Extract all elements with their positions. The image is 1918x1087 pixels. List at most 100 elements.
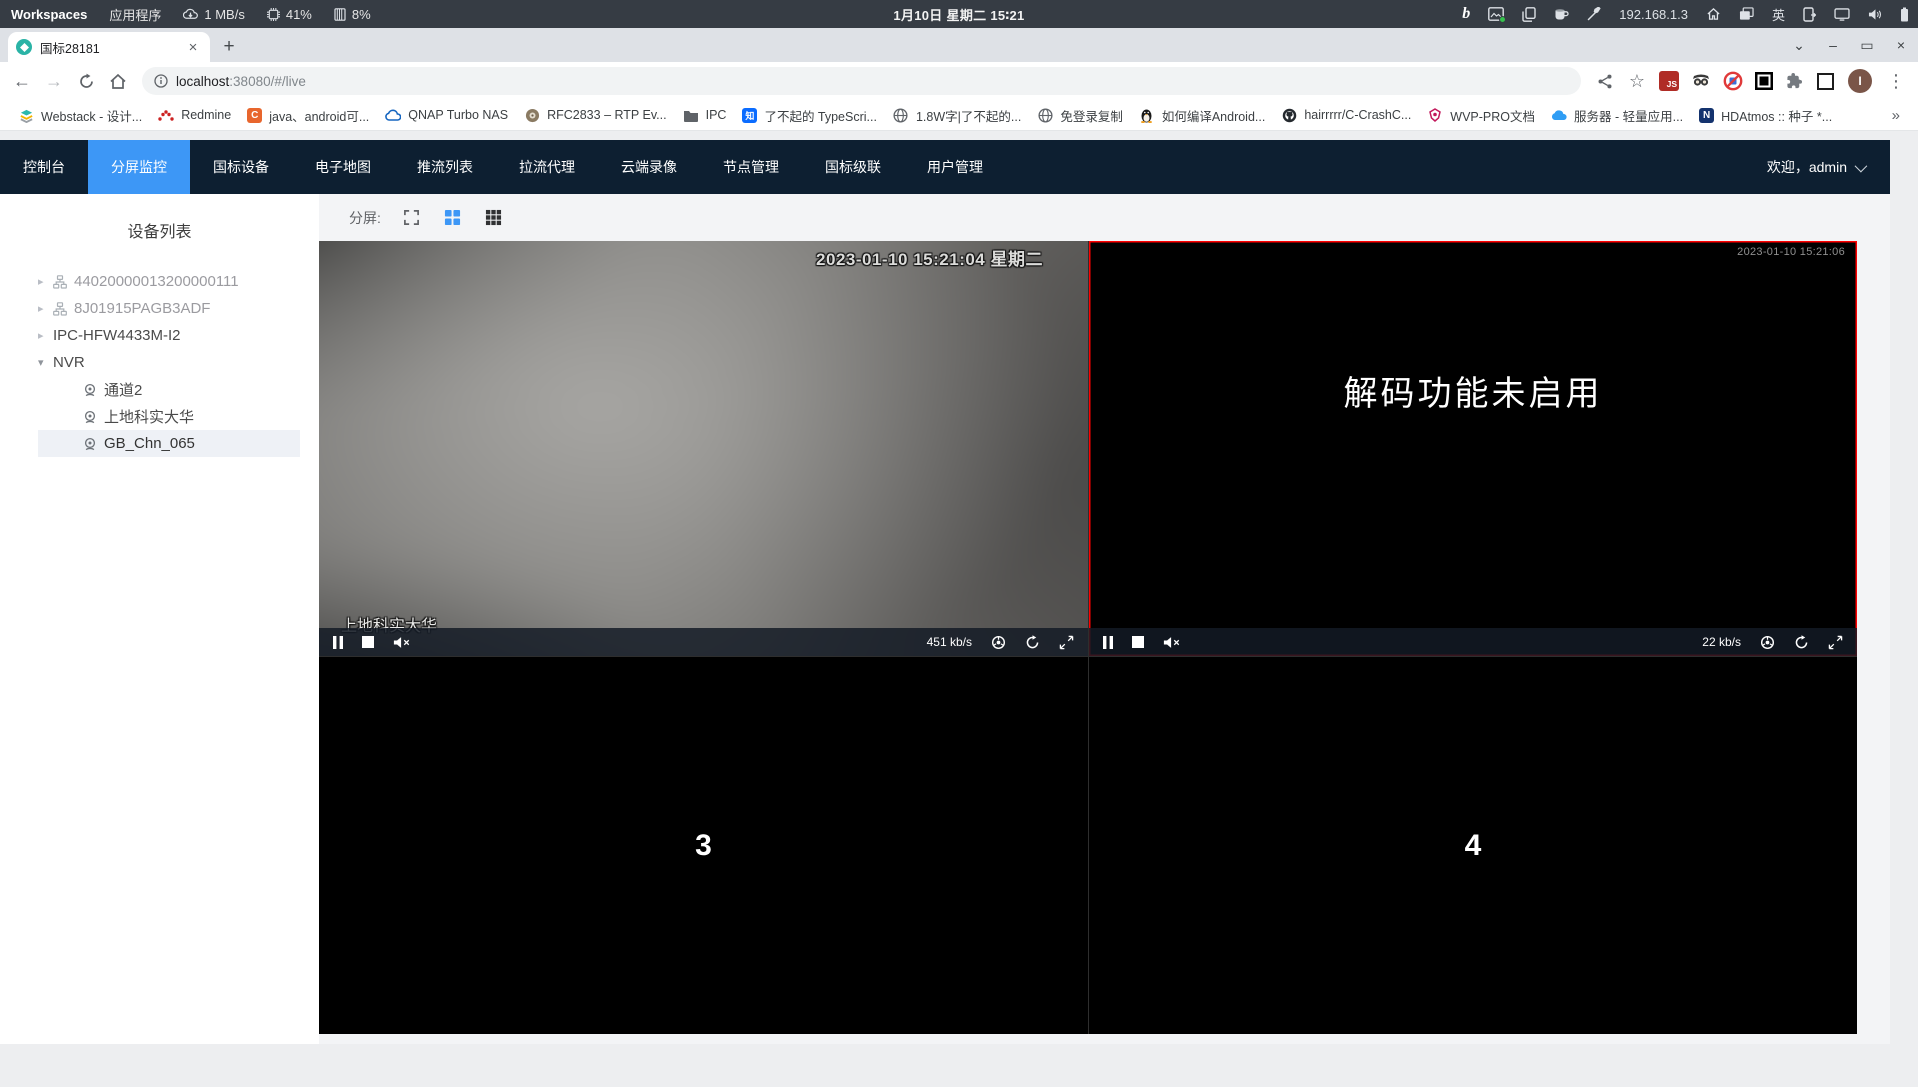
tab-close-icon[interactable]: × [184, 38, 202, 56]
phone-link-icon[interactable] [1794, 0, 1825, 28]
tree-item-ipc[interactable]: ▸ IPC-HFW4433M-I2 [38, 322, 300, 349]
nav-tab-split-screen[interactable]: 分屏监控 [88, 140, 190, 194]
player-control-bar: 451 kb/s [319, 628, 1088, 656]
tree-item-gb-device-1[interactable]: ▸ 44020000013200000111 [38, 268, 300, 295]
nav-tab-pull-proxy[interactable]: 拉流代理 [496, 140, 598, 194]
home-tray-icon[interactable] [1697, 0, 1730, 28]
refresh-icon[interactable] [1025, 634, 1040, 650]
browser-menu-icon[interactable]: ⋮ [1882, 67, 1910, 95]
expand-right-icon[interactable]: ▸ [38, 275, 53, 288]
display-tray-icon[interactable] [1825, 0, 1859, 28]
tree-item-gb-device-2[interactable]: ▸ 8J01915PAGB3ADF [38, 295, 300, 322]
darkreader-extension-icon[interactable] [1755, 72, 1773, 90]
bookmark-webstack[interactable]: Webstack - 设计... [10, 103, 150, 127]
home-button[interactable] [104, 67, 132, 95]
maximize-icon[interactable]: ▭ [1858, 36, 1876, 54]
stop-icon[interactable] [1132, 636, 1144, 648]
tab-search-icon[interactable]: ⌄ [1790, 36, 1808, 54]
window-switcher-icon[interactable] [1730, 0, 1763, 28]
profile-avatar[interactable]: I [1848, 69, 1872, 93]
forward-button[interactable]: → [40, 67, 68, 95]
tree-item-gb-chn-065[interactable]: GB_Chn_065 [38, 430, 300, 457]
ip-address-indicator[interactable]: 192.168.1.3 [1610, 0, 1697, 28]
extension-square-icon[interactable] [1817, 72, 1834, 90]
input-method-indicator[interactable]: 英 [1763, 0, 1794, 28]
expand-icon[interactable] [1828, 635, 1843, 650]
pause-icon[interactable] [333, 635, 343, 649]
bookmark-redmine[interactable]: Redmine [150, 103, 239, 127]
bookmark-hdatmos[interactable]: N HDAtmos :: 种子 *... [1691, 103, 1840, 127]
bookmark-tencent-server[interactable]: 服务器 - 轻量应用... [1543, 103, 1691, 127]
screenshot-tray-icon[interactable] [1479, 0, 1513, 28]
volume-tray-icon[interactable] [1859, 0, 1891, 28]
bookmark-android-build[interactable]: 如何编译Android... [1131, 103, 1274, 127]
workspaces-button[interactable]: Workspaces [0, 0, 98, 28]
nav-tab-e-map[interactable]: 电子地图 [292, 140, 394, 194]
tampermonkey-extension-icon[interactable] [1691, 71, 1711, 91]
stop-icon[interactable] [362, 636, 374, 648]
video-cell-3[interactable]: 3 [319, 657, 1088, 1034]
video-cell-4[interactable]: 4 [1089, 657, 1857, 1034]
nav-tab-node-manage[interactable]: 节点管理 [700, 140, 802, 194]
expand-icon[interactable] [1059, 635, 1074, 650]
tree-item-channel2[interactable]: 通道2 [38, 376, 300, 403]
bookmark-wvp-doc[interactable]: WVP-PRO文档 [1419, 103, 1543, 127]
address-bar[interactable]: localhost:38080/#/live [142, 67, 1581, 95]
reload-button[interactable] [72, 67, 100, 95]
shutter-icon[interactable] [991, 635, 1006, 650]
expand-right-icon[interactable]: ▸ [38, 302, 53, 315]
nav-tab-gb-devices[interactable]: 国标设备 [190, 140, 292, 194]
nav-tab-cloud-record[interactable]: 云端录像 [598, 140, 700, 194]
user-menu[interactable]: 欢迎，admin [1767, 140, 1890, 194]
nav-tab-push-list[interactable]: 推流列表 [394, 140, 496, 194]
globe-icon [1037, 107, 1053, 123]
minimize-icon[interactable]: – [1824, 36, 1842, 54]
back-button[interactable]: ← [8, 67, 36, 95]
applications-menu[interactable]: 应用程序 [98, 0, 172, 28]
nav-tab-gb-cascade[interactable]: 国标级联 [802, 140, 904, 194]
nav-tab-user-manage[interactable]: 用户管理 [904, 140, 1006, 194]
adblock-extension-icon[interactable] [1723, 71, 1743, 91]
bookmark-article1[interactable]: 1.8W字|了不起的... [885, 103, 1029, 127]
bookmark-ipc-folder[interactable]: IPC [675, 103, 735, 127]
share-icon[interactable] [1591, 67, 1619, 95]
bookmarks-overflow-button[interactable]: » [1884, 107, 1908, 124]
extensions-puzzle-icon[interactable] [1781, 67, 1809, 95]
bookmark-star-icon[interactable]: ☆ [1623, 67, 1651, 95]
bookmark-zhihu-typescript[interactable]: 知了不起的 TypeScri... [734, 103, 885, 127]
expand-right-icon[interactable]: ▸ [38, 329, 53, 342]
shutter-icon[interactable] [1760, 635, 1775, 650]
bookmark-qnap[interactable]: QNAP Turbo NAS [377, 103, 516, 127]
mute-icon[interactable] [393, 636, 411, 649]
clipboard-tray-icon[interactable] [1513, 0, 1545, 28]
grid-3x3-icon[interactable] [484, 208, 504, 228]
folder-icon [683, 107, 699, 123]
video-cell-1[interactable]: 2023-01-10 15:21:04 星期二 上地科实大华 451 kb/s [319, 241, 1088, 656]
tree-item-shangdi-dahua[interactable]: 上地科实大华 [38, 403, 300, 430]
video-cell-2[interactable]: 2023-01-10 15:21:06 解码功能未启用 22 kb/s [1089, 241, 1857, 656]
bookmark-rfc2833[interactable]: RFC2833 – RTP Ev... [516, 103, 675, 127]
bookmark-csdn[interactable]: Cjava、android可... [239, 103, 377, 127]
browser-tab[interactable]: 国标28181 × [8, 32, 210, 62]
video-feed [319, 241, 1088, 656]
mute-icon[interactable] [1163, 636, 1181, 649]
bing-tray-icon[interactable]: b [1453, 0, 1479, 28]
close-window-icon[interactable]: × [1892, 36, 1910, 54]
site-info-icon[interactable] [154, 74, 168, 88]
battery-tray-icon[interactable] [1891, 0, 1918, 28]
pause-icon[interactable] [1103, 635, 1113, 649]
caffeine-tray-icon[interactable] [1545, 0, 1578, 28]
nav-tab-console[interactable]: 控制台 [0, 140, 88, 194]
clock[interactable]: 1月10日 星期二 15∶21 [893, 5, 1024, 24]
grid-2x2-icon[interactable] [443, 208, 463, 228]
bookmark-github[interactable]: hairrrrr/C-CrashC... [1273, 103, 1419, 127]
tweaks-tray-icon[interactable] [1578, 0, 1610, 28]
expand-down-icon[interactable]: ▾ [38, 356, 53, 369]
refresh-icon[interactable] [1794, 634, 1809, 650]
fullscreen-icon[interactable] [402, 208, 422, 228]
bookmark-copy-free[interactable]: 免登录复制 [1029, 103, 1131, 127]
tree-item-nvr[interactable]: ▾ NVR [38, 349, 300, 376]
js-blocker-extension-icon[interactable]: JS [1659, 71, 1679, 91]
chevron-down-icon [1854, 159, 1868, 172]
new-tab-button[interactable]: + [216, 34, 242, 60]
